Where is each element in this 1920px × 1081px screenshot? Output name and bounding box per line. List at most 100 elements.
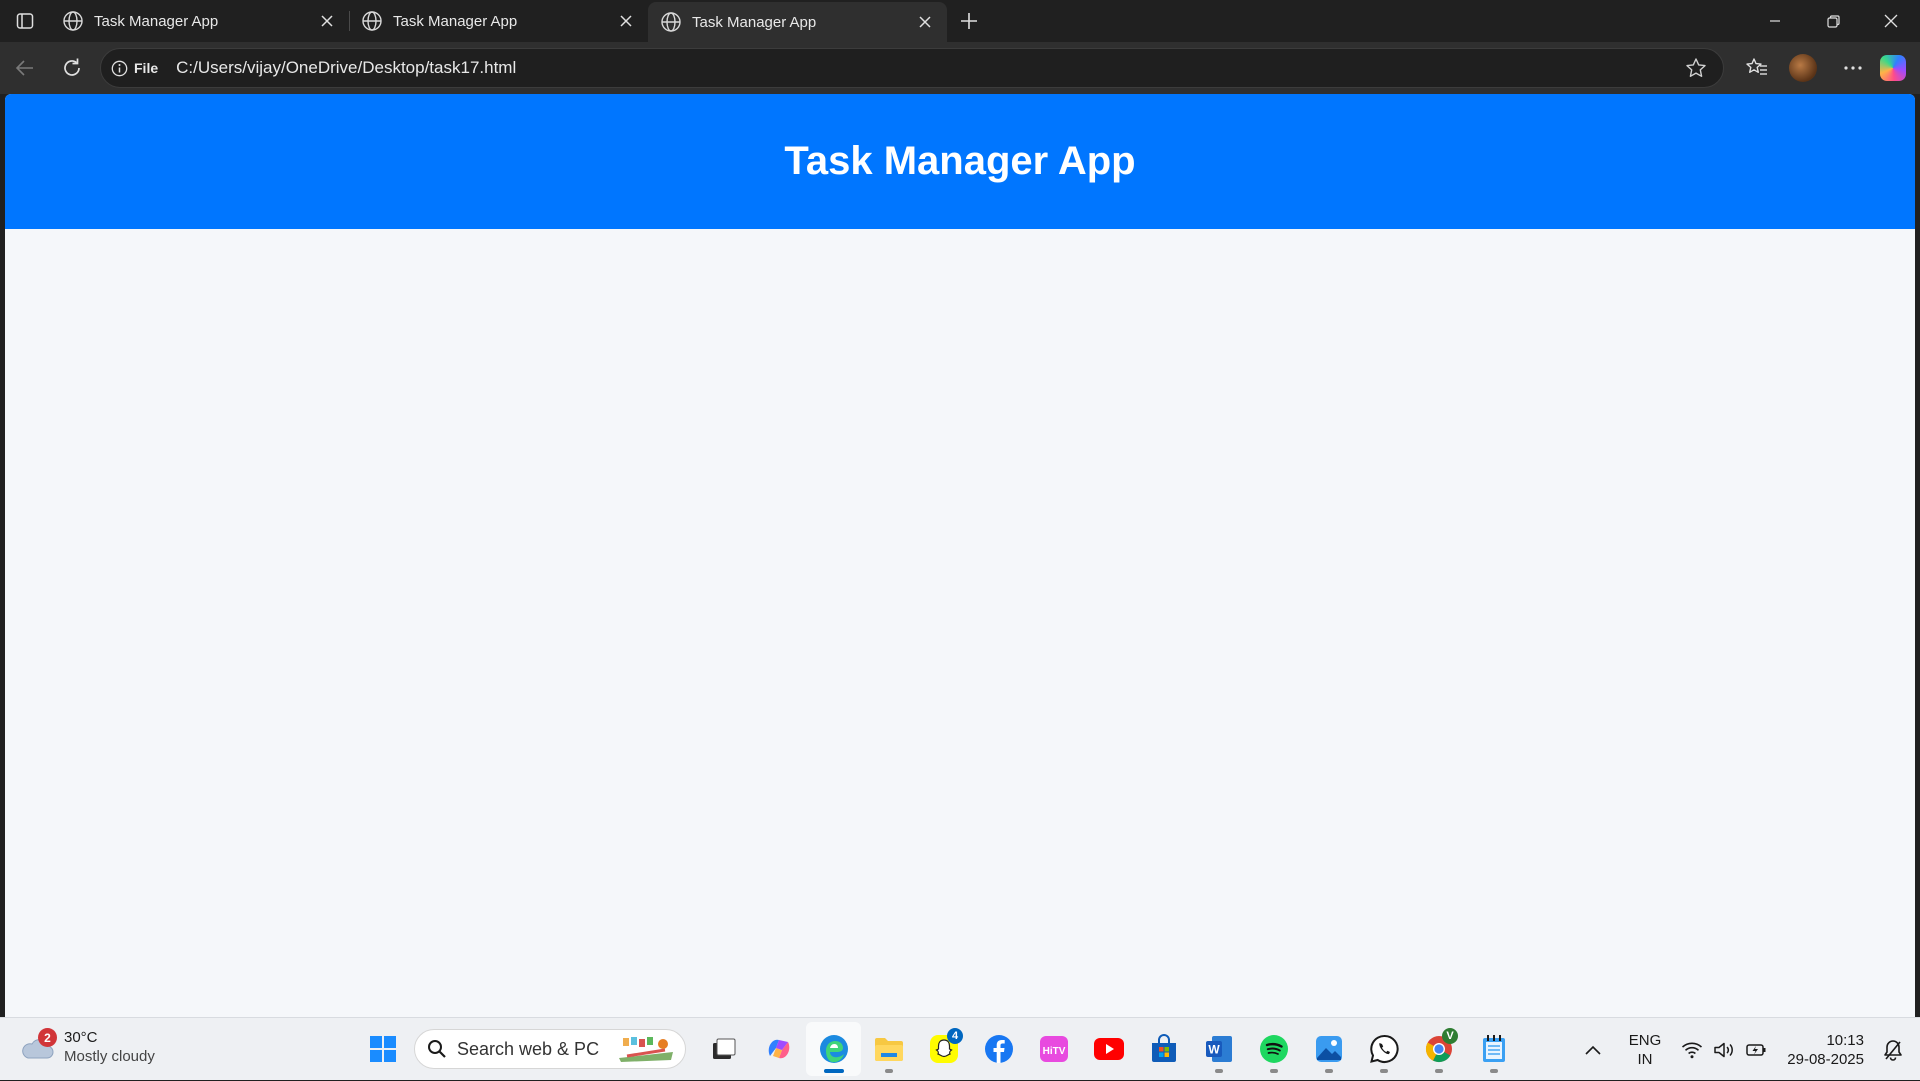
clock-time: 10:13 (1826, 1031, 1864, 1049)
lang-top: ENG (1628, 1031, 1662, 1049)
running-indicator (884, 1069, 893, 1073)
notepad-app[interactable] (1466, 1022, 1521, 1076)
tab-actions-button[interactable] (0, 0, 50, 42)
taskbar: 2 30°C Mostly cloudy Search web & PC 4 H… (0, 1017, 1920, 1080)
task-view-button[interactable] (696, 1022, 751, 1076)
right-toolbar (1730, 48, 1920, 88)
close-icon (919, 16, 931, 28)
hitv-icon: HiTV (1039, 1036, 1068, 1062)
new-tab-button[interactable] (947, 0, 991, 42)
plus-icon (961, 13, 977, 29)
search-icon (428, 1040, 446, 1058)
microsoft-store-app[interactable] (1136, 1022, 1191, 1076)
chevron-up-icon (1585, 1045, 1601, 1055)
notepad-icon (1482, 1035, 1505, 1062)
quick-settings-button[interactable] (1681, 1041, 1767, 1059)
clock-date: 29-08-2025 (1787, 1050, 1864, 1068)
taskbar-search[interactable]: Search web & PC (414, 1029, 686, 1069)
profile-avatar[interactable] (1789, 54, 1817, 82)
running-indicator (1214, 1069, 1223, 1073)
notifications-button[interactable] (1878, 1039, 1908, 1061)
clock[interactable]: 10:13 29-08-2025 (1787, 1031, 1864, 1069)
running-indicator (1379, 1069, 1388, 1073)
close-icon (1884, 14, 1898, 28)
volume-icon (1714, 1042, 1734, 1057)
show-hidden-icons-button[interactable] (1575, 1045, 1611, 1055)
tab-strip: Task Manager App Task Manager App Task M… (0, 0, 1920, 42)
taskbar-apps: Search web & PC 4 HiTV W V (355, 1022, 1521, 1076)
tab-1[interactable]: Task Manager App (50, 0, 349, 42)
tab-close-button[interactable] (915, 12, 935, 32)
running-indicator (1489, 1069, 1498, 1073)
close-window-button[interactable] (1862, 0, 1920, 42)
globe-icon (63, 11, 83, 31)
svg-text:HiTV: HiTV (1042, 1046, 1065, 1057)
whatsapp-icon (1369, 1034, 1399, 1063)
back-button[interactable] (3, 48, 47, 88)
whatsapp-app[interactable] (1356, 1022, 1411, 1076)
browser-toolbar: File C:/Users/vijay/OneDrive/Desktop/tas… (0, 42, 1920, 94)
spotify-icon (1259, 1035, 1288, 1063)
chrome-profile-badge: V (1442, 1028, 1458, 1044)
bell-icon (1884, 1039, 1902, 1061)
more-menu-button[interactable] (1830, 48, 1876, 88)
spotify-app[interactable] (1246, 1022, 1301, 1076)
running-indicator (1269, 1069, 1278, 1073)
task-view-icon (712, 1038, 735, 1059)
running-indicator (1434, 1069, 1443, 1073)
search-highlight-art (619, 1037, 673, 1062)
info-icon (111, 60, 128, 76)
weather-widget[interactable]: 2 30°C Mostly cloudy (20, 1028, 155, 1066)
chrome-app[interactable]: V (1411, 1022, 1466, 1076)
window-controls (1746, 0, 1920, 42)
windows-logo-icon (369, 1036, 396, 1062)
system-tray: ENG IN 10:13 29-08-2025 (1575, 1018, 1920, 1081)
hitv-app[interactable]: HiTV (1026, 1022, 1081, 1076)
tab-3-active[interactable]: Task Manager App (648, 2, 947, 42)
language-indicator[interactable]: ENG IN (1629, 1031, 1662, 1069)
weather-badge: 2 (38, 1028, 57, 1047)
restore-button[interactable] (1804, 0, 1862, 42)
minimize-button[interactable] (1746, 0, 1804, 42)
tab-close-button[interactable] (616, 11, 636, 31)
svg-text:W: W (1208, 1043, 1220, 1057)
copilot-app[interactable] (751, 1022, 806, 1076)
photos-app[interactable] (1301, 1022, 1356, 1076)
back-arrow-icon (15, 60, 33, 76)
refresh-icon (64, 58, 80, 76)
app-header: Task Manager App (5, 94, 1915, 229)
close-icon (620, 15, 632, 27)
facebook-app[interactable] (971, 1022, 1026, 1076)
tab-2[interactable]: Task Manager App (349, 0, 648, 42)
edge-app[interactable] (806, 1022, 861, 1076)
tab-actions-icon (16, 13, 34, 29)
word-icon: W (1205, 1036, 1232, 1062)
running-indicator (1324, 1069, 1333, 1073)
restore-icon (1826, 14, 1840, 28)
snapchat-app[interactable]: 4 (916, 1022, 971, 1076)
facebook-icon (984, 1035, 1013, 1063)
battery-icon (1746, 1043, 1766, 1056)
file-explorer-app[interactable] (861, 1022, 916, 1076)
lang-bottom: IN (1637, 1050, 1653, 1068)
page-viewport: Task Manager App (5, 94, 1915, 1017)
photos-icon (1315, 1036, 1342, 1062)
favorites-button[interactable] (1734, 48, 1780, 88)
page-title: Task Manager App (784, 139, 1136, 183)
wifi-icon (1682, 1042, 1703, 1058)
start-button[interactable] (355, 1022, 410, 1076)
url-text[interactable]: C:/Users/vijay/OneDrive/Desktop/task17.h… (176, 58, 1683, 78)
weather-condition: Mostly cloudy (64, 1048, 155, 1065)
globe-icon (362, 11, 382, 31)
site-info-button[interactable]: File (111, 60, 158, 77)
scheme-label: File (134, 60, 159, 76)
tab-close-button[interactable] (317, 11, 337, 31)
minimize-icon (1770, 20, 1780, 22)
refresh-button[interactable] (50, 48, 94, 88)
copilot-button[interactable] (1880, 55, 1906, 81)
address-bar[interactable]: File C:/Users/vijay/OneDrive/Desktop/tas… (100, 48, 1724, 88)
active-indicator (823, 1069, 844, 1073)
word-app[interactable]: W (1191, 1022, 1246, 1076)
favorite-button[interactable] (1683, 55, 1709, 81)
youtube-app[interactable] (1081, 1022, 1136, 1076)
